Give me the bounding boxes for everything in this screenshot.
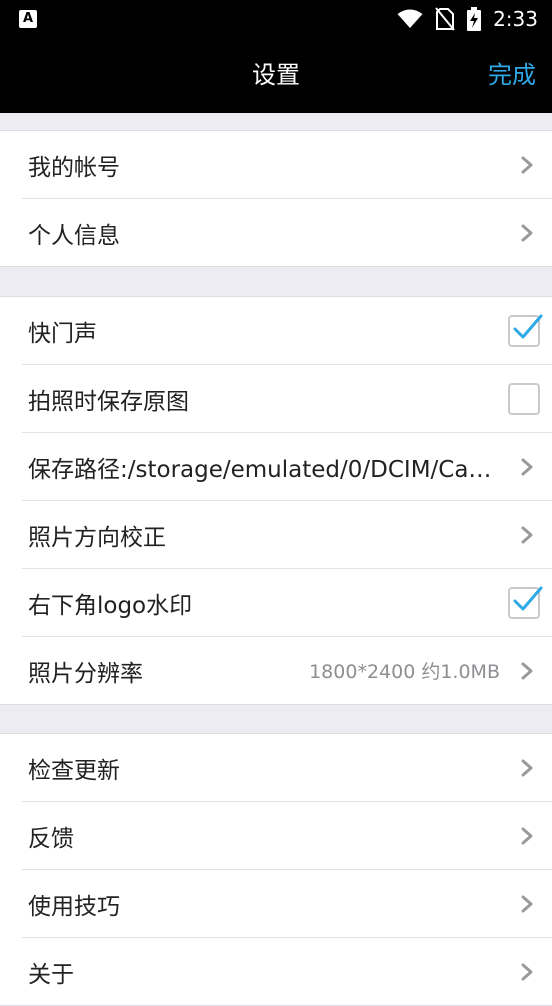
settings-group-about: 检查更新 反馈 使用技巧 关于 bbox=[0, 733, 552, 1006]
settings-row-tips[interactable]: 使用技巧 bbox=[22, 870, 552, 938]
settings-row-personal-info[interactable]: 个人信息 bbox=[22, 199, 552, 266]
settings-row-shutter-sound[interactable]: 快门声 bbox=[22, 297, 552, 365]
chevron-right-icon bbox=[512, 656, 542, 686]
wifi-icon bbox=[397, 9, 423, 28]
row-label: 拍照时保存原图 bbox=[28, 388, 189, 415]
row-label: 使用技巧 bbox=[28, 893, 120, 920]
status-time: 2:33 bbox=[493, 7, 538, 31]
app-notification-icon: A bbox=[19, 10, 37, 28]
chevron-right-icon bbox=[512, 821, 542, 851]
row-label: 检查更新 bbox=[28, 757, 120, 784]
logo-watermark-checkbox[interactable] bbox=[508, 586, 543, 619]
checkmark-icon bbox=[513, 586, 543, 610]
settings-list: 我的帐号 个人信息 快门声 拍照时保存原图 保存路径:/storage/emul… bbox=[0, 113, 552, 1006]
chevron-right-icon bbox=[512, 957, 542, 987]
row-label: 快门声 bbox=[28, 320, 97, 347]
settings-row-feedback[interactable]: 反馈 bbox=[22, 802, 552, 870]
chevron-right-icon bbox=[512, 150, 542, 180]
chevron-right-icon bbox=[512, 218, 542, 248]
no-sim-icon bbox=[435, 7, 455, 31]
settings-group-account: 我的帐号 个人信息 bbox=[0, 130, 552, 267]
battery-charging-icon bbox=[467, 7, 482, 31]
row-label: 照片方向校正 bbox=[28, 524, 166, 551]
row-label: 保存路径:/storage/emulated/0/DCIM/Ca… bbox=[28, 456, 492, 483]
chevron-right-icon bbox=[512, 889, 542, 919]
settings-group-camera: 快门声 拍照时保存原图 保存路径:/storage/emulated/0/DCI… bbox=[0, 296, 552, 705]
settings-row-logo-watermark[interactable]: 右下角logo水印 bbox=[22, 569, 552, 637]
row-label: 我的帐号 bbox=[28, 154, 120, 181]
resolution-value: 1800*2400 约1.0MB bbox=[309, 661, 500, 683]
settings-row-resolution[interactable]: 照片分辨率 1800*2400 约1.0MB bbox=[22, 637, 552, 704]
row-label: 反馈 bbox=[28, 825, 74, 852]
chevron-right-icon bbox=[512, 520, 542, 550]
save-original-checkbox[interactable] bbox=[508, 382, 540, 415]
row-label: 关于 bbox=[28, 961, 74, 988]
settings-row-about[interactable]: 关于 bbox=[22, 938, 552, 1005]
checkmark-icon bbox=[513, 314, 543, 338]
settings-row-my-account[interactable]: 我的帐号 bbox=[22, 131, 552, 199]
status-bar: A 2:33 bbox=[0, 0, 552, 38]
shutter-sound-checkbox[interactable] bbox=[508, 314, 543, 347]
settings-row-save-path[interactable]: 保存路径:/storage/emulated/0/DCIM/Ca… bbox=[22, 433, 552, 501]
done-button[interactable]: 完成 bbox=[488, 38, 536, 113]
chevron-right-icon bbox=[512, 452, 542, 482]
page-title: 设置 bbox=[252, 61, 300, 89]
settings-row-save-original[interactable]: 拍照时保存原图 bbox=[22, 365, 552, 433]
settings-row-check-update[interactable]: 检查更新 bbox=[22, 734, 552, 802]
row-label: 个人信息 bbox=[28, 222, 120, 249]
title-bar: 设置 完成 bbox=[0, 38, 552, 113]
row-label: 照片分辨率 bbox=[28, 660, 143, 687]
status-icons: 2:33 bbox=[397, 6, 538, 32]
settings-row-orientation-correction[interactable]: 照片方向校正 bbox=[22, 501, 552, 569]
chevron-right-icon bbox=[512, 753, 542, 783]
row-label: 右下角logo水印 bbox=[28, 592, 193, 619]
